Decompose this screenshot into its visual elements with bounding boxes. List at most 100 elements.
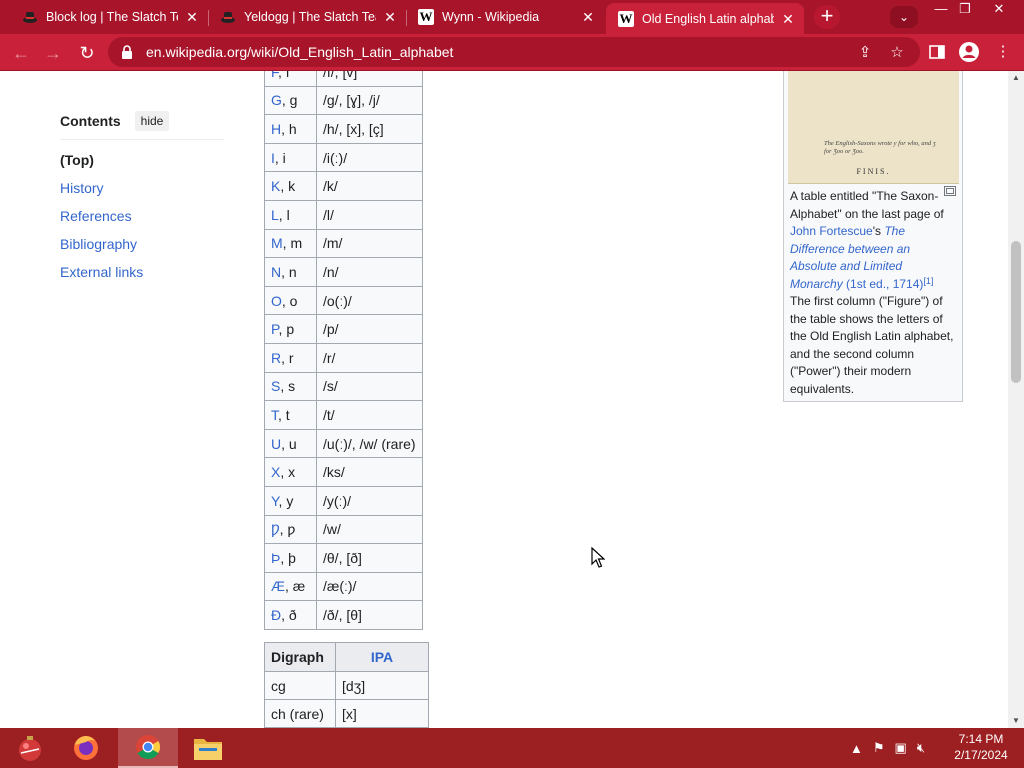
ipa-cell: /f/, [v]: [316, 71, 423, 87]
chrome-icon[interactable]: [118, 728, 178, 768]
toc-item-external-links[interactable]: External links: [60, 258, 224, 286]
forward-button[interactable]: →: [40, 40, 66, 66]
uppercase-letter-link[interactable]: Y: [271, 493, 279, 509]
uppercase-letter-link[interactable]: H: [271, 121, 281, 137]
uppercase-letter-link[interactable]: T: [271, 407, 278, 423]
scroll-down-arrow-icon[interactable]: ▼: [1008, 716, 1024, 726]
uppercase-letter-link[interactable]: S: [271, 378, 280, 394]
uppercase-letter-link[interactable]: K: [271, 178, 280, 194]
uppercase-letter-link[interactable]: F: [271, 71, 278, 80]
uppercase-letter-link[interactable]: O: [271, 293, 282, 309]
letter-cell: O, o: [264, 285, 317, 316]
uppercase-letter-link[interactable]: L: [271, 207, 279, 223]
bookmark-star-icon[interactable]: ☆: [888, 44, 906, 62]
table-row: M, m/m/: [264, 228, 423, 259]
tab-search-button[interactable]: ⌄: [890, 6, 918, 28]
ipa-cell: [x]: [335, 699, 429, 728]
profile-avatar-icon[interactable]: [958, 41, 980, 63]
letters-table: F, f/f/, [v] G, g/g/, [ɣ], /j/H, h/h/, [x…: [264, 71, 423, 630]
lock-icon[interactable]: [120, 45, 134, 59]
close-tab-icon[interactable]: ✕: [184, 9, 200, 25]
tab-block-log[interactable]: Block log | The Slatch Tea ✕: [10, 3, 208, 31]
lowercase-letter: f: [285, 71, 290, 80]
flag-icon[interactable]: ⚑: [873, 740, 885, 756]
uppercase-letter-link[interactable]: Ƿ: [271, 521, 280, 537]
restore-button[interactable]: ❐: [950, 0, 980, 20]
side-panel-icon[interactable]: [926, 41, 948, 63]
close-window-button[interactable]: ✕: [984, 0, 1014, 20]
firefox-icon[interactable]: [56, 728, 116, 768]
file-explorer-icon[interactable]: [178, 728, 238, 768]
lowercase-letter: ƿ: [287, 521, 296, 538]
address-bar[interactable]: en.wikipedia.org/wiki/Old_English_Latin_…: [108, 37, 920, 67]
uppercase-letter-link[interactable]: G: [271, 92, 282, 108]
back-button[interactable]: ←: [8, 40, 34, 66]
toc-item-references[interactable]: References: [60, 202, 224, 230]
uppercase-letter-link[interactable]: P: [271, 321, 279, 337]
lowercase-letter: þ: [288, 549, 296, 566]
taskbar-clock[interactable]: 7:14 PM 2/17/2024: [948, 731, 1014, 763]
table-row: ch (rare) [x]: [264, 699, 429, 728]
table-of-contents: Contents hide (Top) History References B…: [60, 111, 224, 286]
ipa-cell: /u(ː)/, /w/ (rare): [316, 428, 423, 459]
lowercase-letter: o: [289, 292, 298, 309]
edition-link[interactable]: (1st ed., 1714): [843, 277, 923, 291]
digraph-cell: ch (rare): [264, 699, 336, 728]
uppercase-letter-link[interactable]: X: [271, 464, 280, 480]
uppercase-letter-link[interactable]: U: [271, 436, 281, 452]
scroll-thumb[interactable]: [1011, 241, 1021, 383]
table-row: cg [dʒ]: [264, 671, 429, 700]
uppercase-letter-link[interactable]: Þ: [271, 550, 280, 566]
ipa-cell: [dʒ]: [335, 671, 429, 700]
close-tab-icon[interactable]: ✕: [780, 11, 796, 27]
ipa-cell: /y(ː)/: [316, 485, 423, 516]
uppercase-letter-link[interactable]: Æ: [271, 578, 285, 594]
menu-kebab-icon[interactable]: ⋮: [992, 41, 1014, 63]
toc-item-history[interactable]: History: [60, 174, 224, 202]
tab-yeldogg[interactable]: Yeldogg | The Slatch Team ✕: [208, 3, 406, 31]
uppercase-letter-link[interactable]: N: [271, 264, 281, 280]
reload-button[interactable]: ↻: [74, 40, 100, 66]
lowercase-letter: l: [286, 206, 290, 223]
slatch-hat-icon: [22, 9, 38, 25]
letter-cell: T, t: [264, 400, 317, 430]
volume-muted-icon[interactable]: 🔇︎: [917, 740, 925, 756]
lowercase-letter: r: [288, 349, 294, 366]
network-icon[interactable]: ▣: [895, 740, 907, 756]
table-row: H, h/h/, [x], [ç]: [264, 114, 423, 144]
ipa-cell: /æ(ː)/: [316, 571, 423, 602]
close-tab-icon[interactable]: ✕: [580, 9, 596, 25]
tab-title: Yeldogg | The Slatch Team: [244, 10, 376, 24]
tab-wynn[interactable]: W Wynn - Wikipedia ✕: [406, 3, 604, 31]
lowercase-letter: æ: [292, 578, 306, 595]
browser-toolbar: ← → ↻ en.wikipedia.org/wiki/Old_English_…: [0, 34, 1024, 71]
christmas-ornament-icon[interactable]: [0, 728, 60, 768]
figure-box: Y Z Y Z The English-Saxons wrote y for w…: [783, 71, 963, 402]
toc-item-top[interactable]: (Top): [60, 146, 224, 174]
tab-old-english[interactable]: W Old English Latin alphabe ✕: [606, 3, 804, 34]
share-icon[interactable]: ⇪: [856, 44, 874, 62]
john-fortescue-link[interactable]: John Fortescue: [790, 224, 873, 238]
reference-link[interactable]: [1]: [923, 276, 933, 286]
new-tab-button[interactable]: +: [814, 5, 840, 29]
tray-overflow-icon[interactable]: ▲: [850, 741, 863, 756]
toc-hide-button[interactable]: hide: [134, 111, 170, 131]
saxon-alphabet-image[interactable]: Y Z Y Z The English-Saxons wrote y for w…: [788, 71, 959, 184]
ipa-cell: /o(ː)/: [316, 285, 423, 316]
table-row: Ð, ð/ð/, [θ]: [264, 600, 423, 630]
lowercase-letter: k: [288, 178, 296, 195]
table-row: T, t/t/: [264, 400, 423, 430]
uppercase-letter-link[interactable]: M: [271, 235, 283, 251]
page-scrollbar[interactable]: ▲ ▼: [1008, 71, 1024, 728]
letter-cell: Þ, þ: [264, 543, 317, 573]
letter-cell: R, r: [264, 342, 317, 373]
wikipedia-icon: W: [618, 10, 634, 27]
close-tab-icon[interactable]: ✕: [382, 9, 398, 25]
scroll-up-arrow-icon[interactable]: ▲: [1008, 73, 1024, 83]
uppercase-letter-link[interactable]: R: [271, 350, 281, 366]
ipa-column-header-link[interactable]: IPA: [335, 642, 429, 672]
toc-item-bibliography[interactable]: Bibliography: [60, 230, 224, 258]
ipa-cell: /i(ː)/: [316, 142, 423, 173]
uppercase-letter-link[interactable]: Ð: [271, 607, 281, 623]
mouse-cursor-icon: [591, 547, 605, 568]
